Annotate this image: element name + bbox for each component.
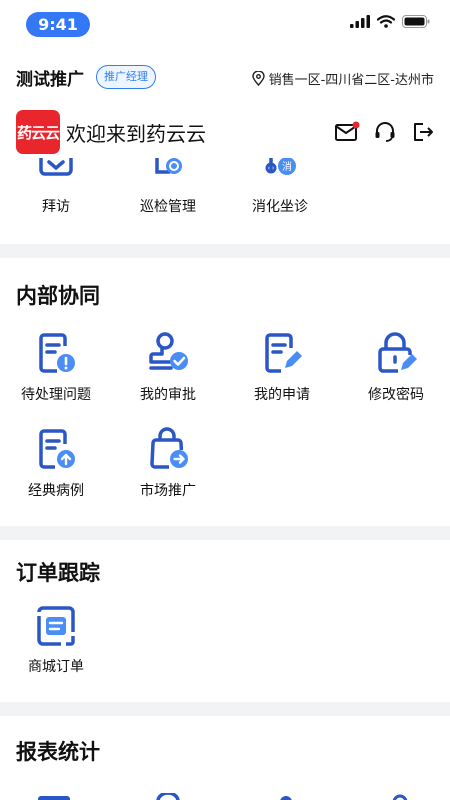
classic-cases-item[interactable]: 经典病例 <box>0 424 112 500</box>
inspection-label: 巡检管理 <box>140 199 196 215</box>
visit-icon <box>39 158 73 176</box>
pending-issues-item[interactable]: 待处理问题 <box>0 328 112 404</box>
my-approvals-label: 我的审批 <box>140 387 196 403</box>
battery-icon <box>402 15 430 28</box>
mail-icon <box>335 121 360 141</box>
my-approvals-item[interactable]: 我的审批 <box>112 328 224 404</box>
report-icon-4[interactable] <box>382 793 418 800</box>
wifi-icon <box>377 15 395 28</box>
mall-orders-icon <box>37 606 75 646</box>
headset-icon <box>375 122 395 142</box>
message-button[interactable] <box>334 119 360 145</box>
my-applications-item[interactable]: 我的申请 <box>226 328 338 404</box>
inspection-icon <box>155 158 182 174</box>
market-promotion-item[interactable]: 市场推广 <box>112 424 224 500</box>
classic-cases-icon <box>39 429 75 469</box>
reports-section-title: 报表统计 <box>16 740 100 764</box>
pending-issues-label: 待处理问题 <box>21 387 91 403</box>
digestive-icon: 消 <box>265 158 296 175</box>
status-bar: 9:41 <box>0 0 450 50</box>
section-separator <box>0 702 450 716</box>
market-promotion-label: 市场推广 <box>140 483 196 499</box>
orders-section-title: 订单跟踪 <box>16 561 100 585</box>
digestive-label: 消化坐诊 <box>252 199 308 215</box>
app-logo: 药云云 <box>16 110 60 154</box>
signal-icon <box>350 15 370 28</box>
report-icon-3[interactable] <box>268 793 304 800</box>
change-password-item[interactable]: 修改密码 <box>340 328 450 404</box>
location-text: 销售一区-四川省二区-达州市 <box>268 73 434 88</box>
report-icon-2[interactable] <box>150 793 186 800</box>
top-menu-clip: 拜访 巡检管理 消 消化坐诊 <box>0 158 450 244</box>
customer-service-button[interactable] <box>372 119 398 145</box>
visit-item[interactable]: 拜访 <box>0 158 112 216</box>
application-doc-icon <box>265 333 302 373</box>
user-name: 测试推广 <box>16 70 84 90</box>
mall-orders-item[interactable]: 商城订单 <box>0 600 112 676</box>
section-separator <box>0 244 450 258</box>
my-applications-label: 我的申请 <box>254 387 310 403</box>
report-icon-1[interactable] <box>36 793 72 800</box>
welcome-text: 欢迎来到药云云 <box>66 122 206 146</box>
approval-stamp-icon <box>149 332 188 370</box>
digestive-item[interactable]: 消 消化坐诊 <box>224 158 336 216</box>
inspection-item[interactable]: 巡检管理 <box>112 158 224 216</box>
pending-issues-icon <box>39 333 75 373</box>
logout-button[interactable] <box>410 119 436 145</box>
role-badge: 推广经理 <box>96 65 156 89</box>
status-time: 9:41 <box>26 12 90 37</box>
shopping-bag-icon <box>150 427 188 469</box>
section-separator <box>0 526 450 540</box>
location-pin-icon <box>251 71 265 86</box>
logout-icon <box>414 123 433 141</box>
app-header: 药云云 欢迎来到药云云 <box>0 108 450 156</box>
status-icons <box>350 15 430 28</box>
mall-orders-label: 商城订单 <box>28 659 84 675</box>
internal-section-title: 内部协同 <box>16 284 100 308</box>
location-selector[interactable]: 销售一区-四川省二区-达州市 <box>251 69 434 88</box>
header-actions <box>334 119 436 145</box>
change-password-label: 修改密码 <box>368 387 424 403</box>
classic-cases-label: 经典病例 <box>28 483 84 499</box>
visit-label: 拜访 <box>42 199 70 215</box>
user-info-row: 测试推广 推广经理 销售一区-四川省二区-达州市 <box>0 62 450 92</box>
svg-text:消: 消 <box>282 160 292 173</box>
lock-icon <box>378 332 417 373</box>
